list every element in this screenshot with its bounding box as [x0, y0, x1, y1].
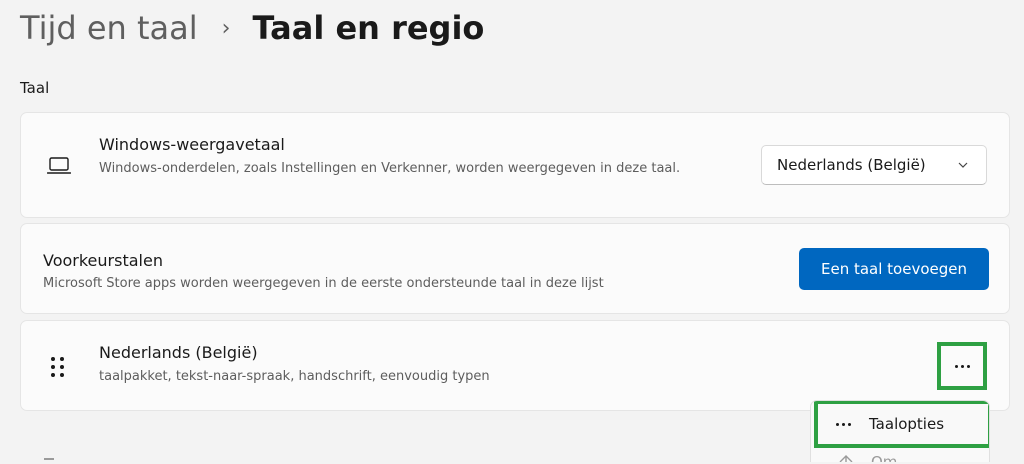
- more-options-button[interactable]: [937, 342, 987, 390]
- preferred-languages-title: Voorkeurstalen: [43, 251, 163, 270]
- add-language-button[interactable]: Een taal toevoegen: [799, 248, 989, 290]
- display-language-selected: Nederlands (België): [777, 156, 926, 174]
- display-language-card: Windows-weergavetaal Windows-onderdelen,…: [20, 112, 1010, 218]
- menu-item-move-up[interactable]: Om...: [837, 453, 912, 462]
- menu-item-label: Om...: [871, 453, 912, 462]
- preferred-languages-card: Voorkeurstalen Microsoft Store apps word…: [20, 223, 1010, 314]
- breadcrumb: Tijd en taal › Taal en regio: [20, 6, 484, 50]
- language-context-menu: Taalopties Om...: [810, 400, 990, 462]
- display-language-title: Windows-weergavetaal: [99, 135, 285, 154]
- arrow-up-icon: [839, 455, 853, 462]
- language-item-description: taalpakket, tekst-naar-spraak, handschri…: [99, 369, 490, 384]
- page-title: Taal en regio: [252, 9, 485, 47]
- drag-handle-icon[interactable]: [51, 357, 65, 379]
- display-language-description: Windows-onderdelen, zoals Instellingen e…: [99, 161, 681, 176]
- breadcrumb-separator: ›: [221, 15, 231, 41]
- display-language-dropdown[interactable]: Nederlands (België): [761, 145, 987, 185]
- breadcrumb-parent-link[interactable]: Tijd en taal: [20, 9, 198, 47]
- language-list-item[interactable]: Nederlands (België) taalpakket, tekst-na…: [20, 320, 1010, 411]
- partial-item-below: [44, 458, 54, 464]
- chevron-down-icon: [958, 162, 968, 168]
- language-item-title: Nederlands (België): [99, 343, 258, 362]
- laptop-icon: [47, 157, 71, 174]
- menu-item-label: Taalopties: [869, 415, 945, 433]
- section-label-taal: Taal: [20, 79, 50, 97]
- more-icon: [836, 422, 851, 426]
- preferred-languages-description: Microsoft Store apps worden weergegeven …: [43, 276, 604, 291]
- more-icon: [954, 364, 970, 368]
- menu-item-language-options[interactable]: Taalopties: [814, 401, 989, 448]
